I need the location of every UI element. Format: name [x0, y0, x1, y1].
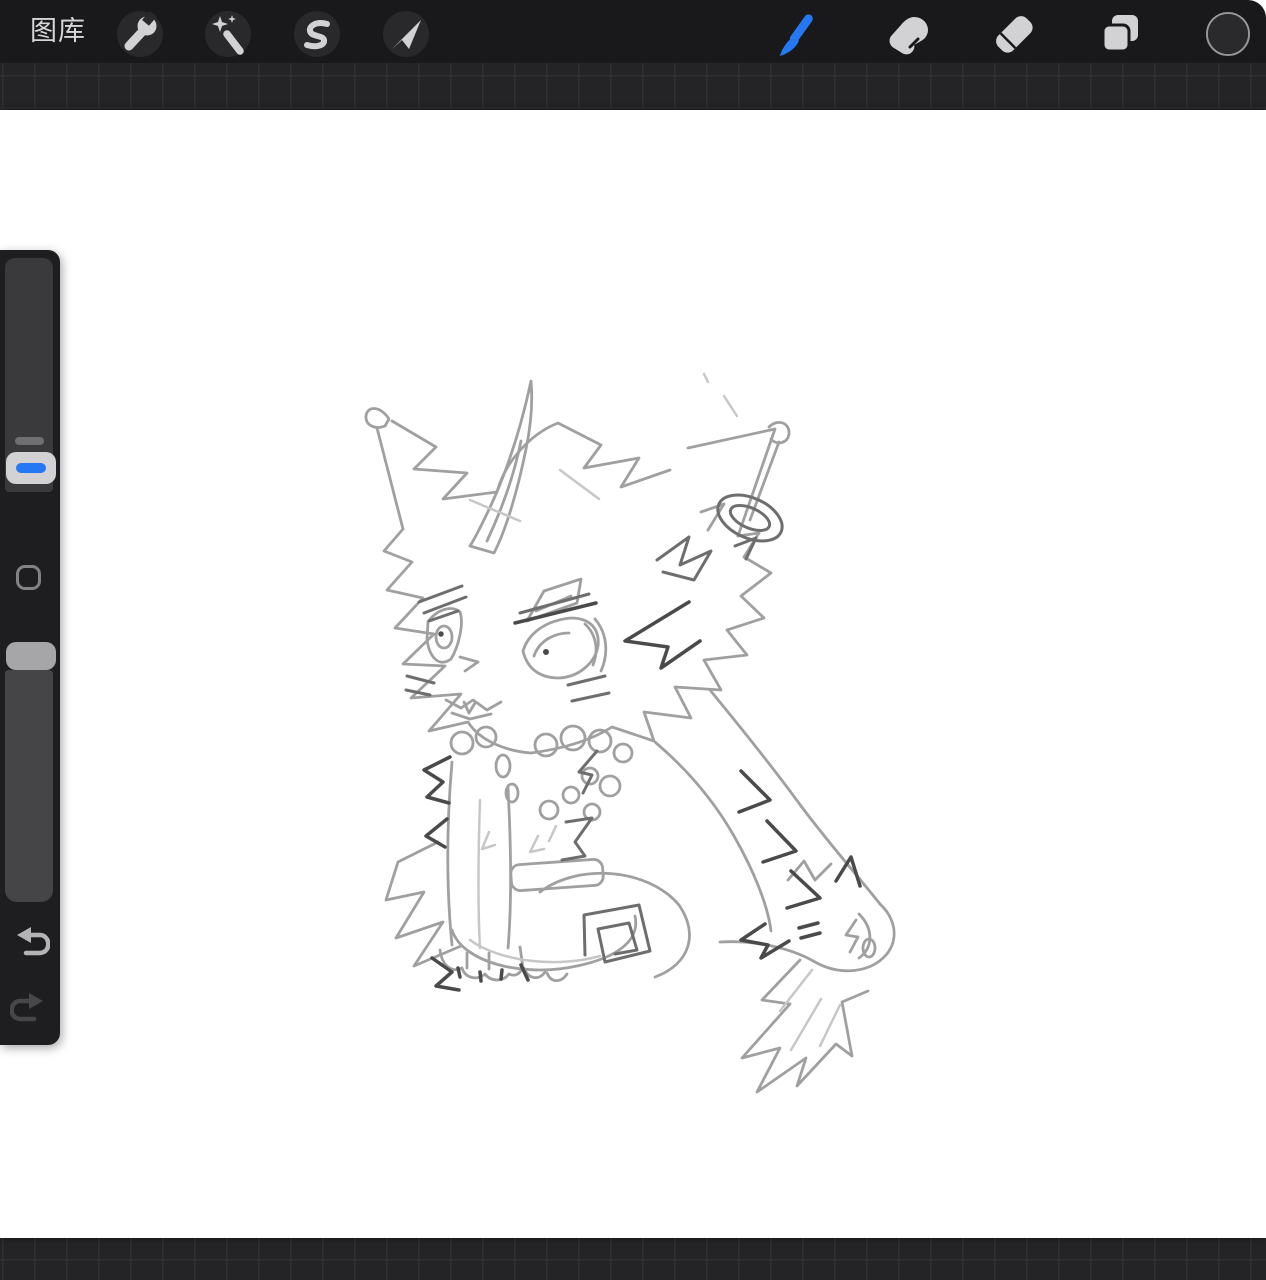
redo-arrow-icon — [10, 990, 50, 1026]
gallery-button[interactable]: 图库 — [30, 0, 86, 63]
pencil-sketch-cat-dragon — [0, 110, 1266, 1238]
eraser-icon — [991, 11, 1037, 57]
modify-button[interactable] — [16, 565, 41, 590]
selection-tool-button[interactable] — [294, 11, 340, 57]
top-toolbar: 图库 — [0, 0, 1266, 63]
smudge-tool-button[interactable] — [883, 11, 929, 57]
brush-size-previous-tick — [15, 437, 44, 445]
opacity-handle[interactable] — [6, 642, 56, 670]
redo-button[interactable] — [10, 990, 50, 1026]
brush-size-value-bar — [16, 463, 46, 473]
brush-size-handle[interactable] — [6, 452, 56, 484]
color-swatch-circle — [1205, 10, 1251, 58]
paint-tool-button-active[interactable] — [774, 11, 820, 57]
undo-button[interactable] — [10, 924, 50, 960]
layers-tool-button[interactable] — [1097, 11, 1143, 57]
wrench-icon — [117, 11, 163, 57]
paintbrush-icon — [774, 10, 820, 58]
erase-tool-button[interactable] — [991, 11, 1037, 57]
brush-sidebar — [0, 250, 60, 1045]
smudge-finger-icon — [883, 11, 929, 57]
selection-s-icon — [294, 11, 340, 57]
color-swatch-button[interactable] — [1205, 11, 1251, 57]
layers-icon — [1097, 11, 1143, 57]
adjustments-tool-button[interactable] — [205, 11, 251, 57]
opacity-slider[interactable] — [5, 670, 53, 902]
app-screen: 图库 — [0, 0, 1266, 1280]
undo-arrow-icon — [10, 924, 50, 960]
transform-tool-button[interactable] — [383, 11, 429, 57]
magic-wand-icon — [205, 11, 251, 57]
transform-arrow-icon — [383, 11, 429, 57]
actions-tool-button[interactable] — [117, 11, 163, 57]
